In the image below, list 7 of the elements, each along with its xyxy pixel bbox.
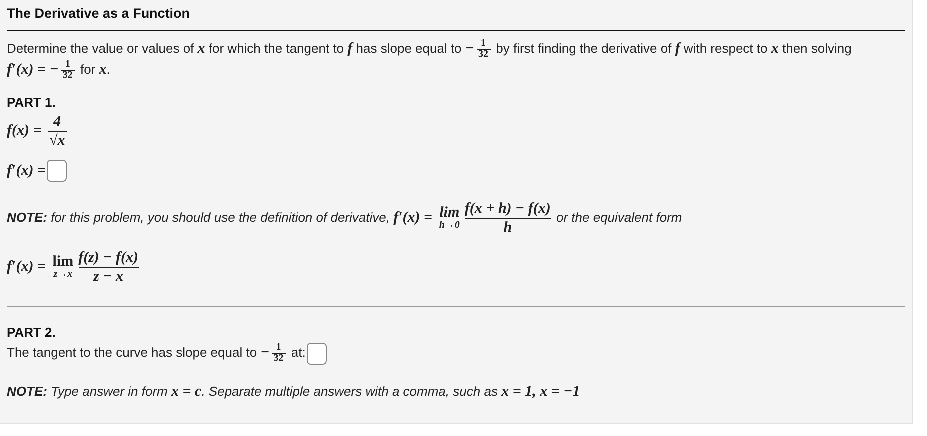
formula: f′(x) = <box>7 162 46 181</box>
note-text: NOTE: Type answer in form x = c. Separate multiple answers with a comma, such as x = 1, x = −1 <box>7 382 582 401</box>
answer-field[interactable] <box>47 160 68 182</box>
part-heading: PART 1. <box>7 94 57 112</box>
part-heading: PART 2. <box>7 324 57 342</box>
answer-field[interactable] <box>306 342 327 365</box>
page-title: The Derivative as a Function <box>7 5 192 23</box>
